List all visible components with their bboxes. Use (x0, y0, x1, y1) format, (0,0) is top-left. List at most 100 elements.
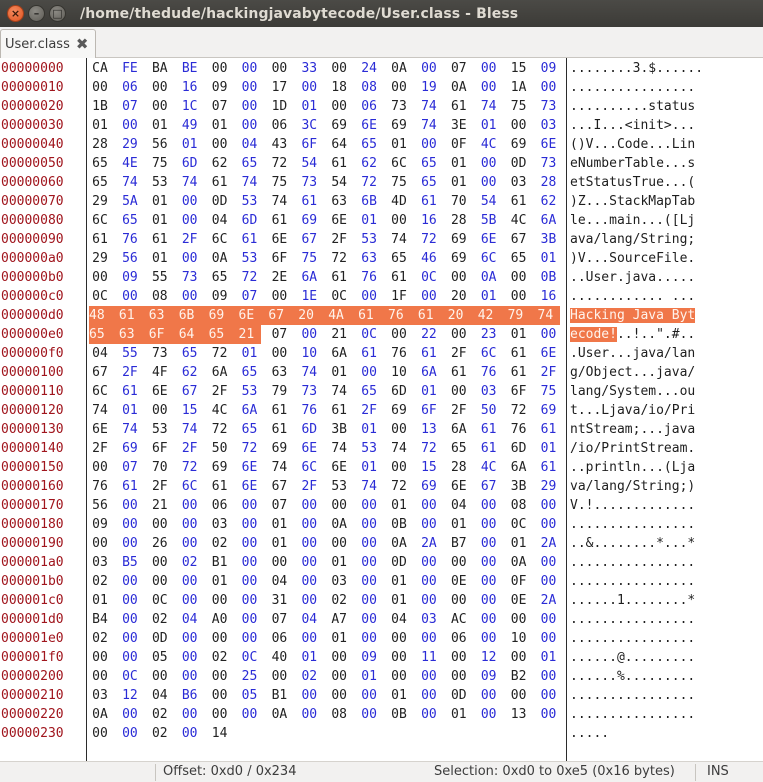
hex-byte[interactable]: 09 (478, 667, 500, 686)
hex-byte[interactable]: 74 (537, 306, 560, 325)
hex-byte[interactable]: 00 (418, 496, 440, 515)
hex-byte[interactable]: 09 (89, 515, 111, 534)
hex-byte[interactable]: 00 (448, 325, 470, 344)
hex-byte[interactable]: 16 (538, 287, 560, 306)
hex-byte[interactable]: 00 (179, 287, 201, 306)
hex-byte[interactable]: 00 (268, 344, 290, 363)
hex-byte[interactable]: 61 (268, 211, 290, 230)
hex-byte[interactable]: 63 (358, 249, 380, 268)
hex-byte[interactable]: 67 (478, 477, 500, 496)
hex-byte[interactable]: 61 (209, 173, 231, 192)
hex-byte[interactable]: 00 (448, 268, 470, 287)
hex-byte[interactable]: 00 (358, 287, 380, 306)
hex-byte[interactable]: 65 (508, 249, 530, 268)
hex-byte[interactable]: 16 (179, 78, 201, 97)
hex-byte[interactable]: 28 (538, 173, 560, 192)
hex-byte[interactable]: 65 (239, 363, 261, 382)
hex-byte[interactable]: 6E (239, 458, 261, 477)
hex-byte[interactable]: 18 (328, 78, 350, 97)
hex-byte[interactable]: 46 (418, 249, 440, 268)
hex-byte[interactable]: 00 (328, 59, 350, 78)
hex-byte[interactable]: 0A (388, 59, 410, 78)
hex-byte[interactable]: 00 (298, 553, 320, 572)
hex-byte[interactable]: 02 (298, 667, 320, 686)
hex-byte[interactable]: 0C (149, 591, 171, 610)
ascii-text[interactable]: ................ (570, 705, 695, 724)
hex-byte[interactable]: 01 (358, 458, 380, 477)
hex-byte[interactable]: 00 (239, 496, 261, 515)
hex-byte[interactable]: 6D (298, 420, 320, 439)
hex-byte[interactable]: 00 (328, 496, 350, 515)
hex-byte[interactable]: 00 (538, 686, 560, 705)
ascii-text[interactable]: ...I...<init>... (570, 116, 695, 135)
hex-byte[interactable]: 04 (89, 344, 111, 363)
hex-byte[interactable]: 01 (388, 572, 410, 591)
hex-byte[interactable]: 00 (478, 78, 500, 97)
tab-close-icon[interactable]: ✖ (76, 35, 89, 53)
hex-byte[interactable]: 00 (89, 648, 111, 667)
hex-byte[interactable]: 01 (388, 496, 410, 515)
hex-byte[interactable]: 00 (239, 591, 261, 610)
hex-byte[interactable]: 6B (178, 306, 209, 325)
hex-byte[interactable]: 08 (149, 287, 171, 306)
hex-byte[interactable]: 53 (149, 420, 171, 439)
hex-byte[interactable]: 00 (508, 287, 530, 306)
hex-byte[interactable]: 00 (179, 534, 201, 553)
hex-byte[interactable]: 61 (448, 363, 470, 382)
hex-byte[interactable]: 14 (209, 724, 231, 743)
hex-byte[interactable]: 00 (89, 667, 111, 686)
hex-byte[interactable]: 01 (448, 705, 470, 724)
hex-byte[interactable]: 00 (478, 515, 500, 534)
hex-byte[interactable]: 6A (298, 268, 320, 287)
hex-byte[interactable]: 01 (538, 648, 560, 667)
hex-byte[interactable]: 00 (538, 325, 560, 344)
hex-byte[interactable]: 25 (239, 667, 261, 686)
hex-byte[interactable]: 0B (388, 515, 410, 534)
hex-byte[interactable]: 00 (149, 97, 171, 116)
hex-byte[interactable]: 1D (268, 97, 290, 116)
hex-byte[interactable]: 67 (268, 306, 299, 325)
hex-byte[interactable]: 00 (328, 667, 350, 686)
hex-byte[interactable]: 00 (388, 211, 410, 230)
ascii-text[interactable]: ......1........* (570, 591, 695, 610)
hex-byte[interactable]: 00 (298, 629, 320, 648)
hex-byte[interactable]: 61 (118, 306, 149, 325)
hex-byte[interactable]: 2E (268, 268, 290, 287)
hex-byte[interactable]: 00 (538, 496, 560, 515)
hex-byte[interactable]: 08 (508, 496, 530, 515)
ascii-text[interactable]: ntStream;...java (570, 420, 695, 439)
hex-byte[interactable]: 00 (478, 686, 500, 705)
ascii-text[interactable]: .User...java/lan (570, 344, 695, 363)
hex-byte[interactable]: 07 (268, 496, 290, 515)
hex-byte[interactable]: 01 (149, 211, 171, 230)
hex-byte[interactable]: 65 (239, 420, 261, 439)
ascii-text[interactable]: ................ (570, 78, 695, 97)
hex-byte[interactable]: 63 (268, 363, 290, 382)
hex-byte[interactable]: 72 (268, 154, 290, 173)
hex-byte[interactable]: 00 (328, 686, 350, 705)
hex-byte[interactable]: 01 (388, 135, 410, 154)
hex-byte[interactable]: 56 (89, 496, 111, 515)
hex-byte[interactable]: 72 (239, 439, 261, 458)
hex-byte[interactable]: 62 (209, 154, 231, 173)
hex-byte[interactable]: A0 (209, 610, 231, 629)
hex-byte[interactable]: 2F (358, 401, 380, 420)
hex-byte[interactable]: 5B (478, 211, 500, 230)
hex-byte[interactable]: 0D (508, 154, 530, 173)
hex-byte[interactable]: 00 (239, 59, 261, 78)
hex-byte[interactable]: 2F (89, 439, 111, 458)
hex-byte[interactable]: 0B (388, 705, 410, 724)
hex-byte[interactable]: 64 (328, 135, 350, 154)
hex-byte[interactable]: 3B (508, 477, 530, 496)
hex-byte[interactable]: 00 (298, 534, 320, 553)
hex-byte[interactable]: 6F (508, 382, 530, 401)
hex-byte[interactable]: 00 (298, 686, 320, 705)
hex-byte[interactable]: 0C (119, 667, 141, 686)
hex-byte[interactable]: 6F (268, 249, 290, 268)
hex-byte[interactable]: 74 (328, 382, 350, 401)
hex-byte[interactable]: 20 (448, 287, 470, 306)
hex-byte[interactable]: 67 (508, 230, 530, 249)
hex-byte[interactable]: 76 (508, 420, 530, 439)
hex-byte[interactable]: 00 (239, 553, 261, 572)
hex-byte[interactable]: 72 (388, 477, 410, 496)
